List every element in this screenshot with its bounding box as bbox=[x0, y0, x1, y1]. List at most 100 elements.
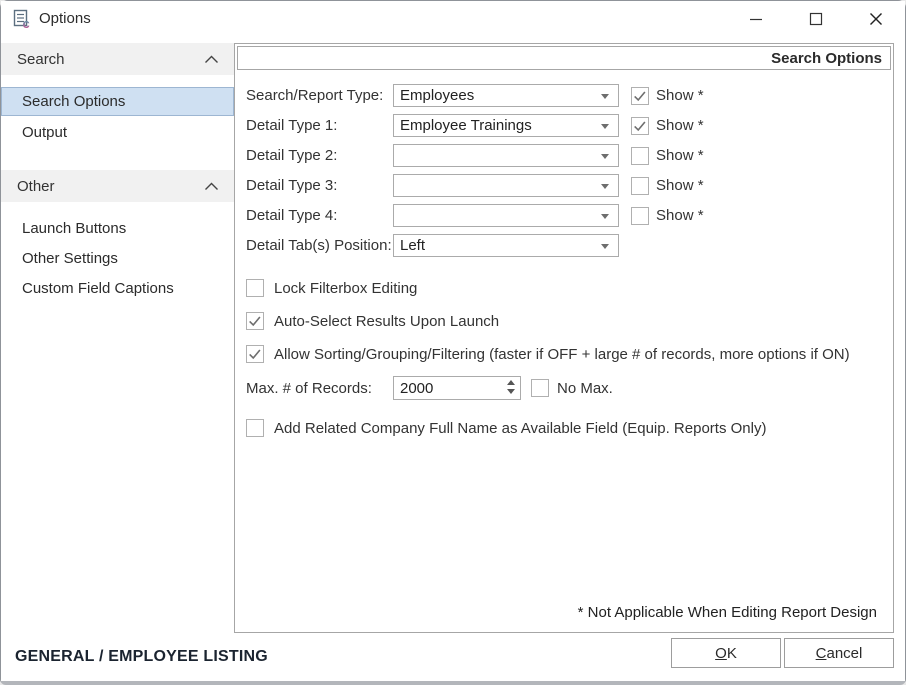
maximize-button[interactable] bbox=[792, 3, 839, 35]
minimize-button[interactable] bbox=[732, 3, 779, 35]
close-button[interactable] bbox=[852, 3, 899, 35]
no-max-checkbox[interactable] bbox=[531, 379, 549, 397]
sidebar-item-label: Launch Buttons bbox=[22, 220, 126, 237]
checkbox-label: Add Related Company Full Name as Availab… bbox=[274, 420, 766, 437]
field-label: Search/Report Type: bbox=[246, 87, 393, 104]
minimize-icon bbox=[749, 12, 763, 26]
sidebar-item-label: Custom Field Captions bbox=[22, 280, 174, 297]
panel-title: Search Options bbox=[771, 50, 882, 67]
app-icon: c bbox=[13, 9, 33, 29]
chevron-down-icon bbox=[601, 184, 609, 189]
svg-text:c: c bbox=[23, 16, 30, 29]
max-records-value: 2000 bbox=[394, 380, 433, 397]
show-checkbox[interactable] bbox=[631, 207, 649, 225]
sidebar-item-launch-buttons[interactable]: Launch Buttons bbox=[1, 214, 234, 243]
form: Search/Report Type: Employees Show * Det… bbox=[246, 84, 883, 264]
chevron-down-icon bbox=[601, 124, 609, 129]
detail-type-2-select[interactable] bbox=[393, 144, 619, 167]
stepper-arrows[interactable] bbox=[507, 380, 515, 394]
lock-filterbox-row: Lock Filterbox Editing bbox=[246, 279, 850, 297]
form-row: Detail Tab(s) Position: Left bbox=[246, 234, 883, 257]
field-label: Detail Type 4: bbox=[246, 207, 393, 224]
sidebar-item-output[interactable]: Output bbox=[1, 118, 234, 147]
show-label: Show * bbox=[656, 207, 704, 224]
sidebar: Search Search Options Output Other Launc… bbox=[1, 41, 234, 636]
panel-header: Search Options bbox=[237, 46, 891, 70]
chevron-down-icon bbox=[601, 244, 609, 249]
context-label: GENERAL / EMPLOYEE LISTING bbox=[15, 648, 268, 666]
auto-select-row: Auto-Select Results Upon Launch bbox=[246, 312, 850, 330]
field-label: Detail Type 2: bbox=[246, 147, 393, 164]
form-row: Search/Report Type: Employees Show * bbox=[246, 84, 883, 107]
form-row: Detail Type 4: Show * bbox=[246, 204, 883, 227]
chevron-down-icon bbox=[601, 214, 609, 219]
related-company-row: Add Related Company Full Name as Availab… bbox=[246, 419, 766, 437]
sidebar-item-label: Search Options bbox=[22, 93, 125, 110]
search-options-panel: Search Options Search/Report Type: Emplo… bbox=[234, 43, 894, 633]
show-checkbox[interactable] bbox=[631, 117, 649, 135]
field-label: Detail Type 3: bbox=[246, 177, 393, 194]
related-company-checkbox[interactable] bbox=[246, 419, 264, 437]
show-label: Show * bbox=[656, 177, 704, 194]
titlebar: c Options bbox=[1, 1, 905, 41]
ok-button[interactable]: OK bbox=[671, 638, 781, 668]
sidebar-section-other[interactable]: Other bbox=[1, 170, 234, 202]
allow-sorting-checkbox[interactable] bbox=[246, 345, 264, 363]
check-icon bbox=[632, 88, 648, 104]
chevron-up-icon bbox=[204, 178, 219, 195]
cancel-button[interactable]: Cancel bbox=[784, 638, 894, 668]
show-checkbox[interactable] bbox=[631, 147, 649, 165]
sidebar-item-other-settings[interactable]: Other Settings bbox=[1, 244, 234, 273]
show-label: Show * bbox=[656, 87, 704, 104]
sidebar-item-label: Other Settings bbox=[22, 250, 118, 267]
checkbox-label: Lock Filterbox Editing bbox=[274, 280, 417, 297]
show-checkbox[interactable] bbox=[631, 87, 649, 105]
sidebar-item-search-options[interactable]: Search Options bbox=[1, 87, 234, 116]
arrow-up-icon[interactable] bbox=[507, 380, 515, 385]
max-records-row: Max. # of Records: 2000 No Max. bbox=[246, 376, 613, 400]
checkbox-label: Allow Sorting/Grouping/Filtering (faster… bbox=[274, 346, 850, 363]
allow-sorting-row: Allow Sorting/Grouping/Filtering (faster… bbox=[246, 345, 850, 363]
chevron-up-icon bbox=[204, 51, 219, 68]
sidebar-item-label: Output bbox=[22, 124, 67, 141]
combo-value: Employees bbox=[394, 87, 474, 104]
chevron-down-icon bbox=[601, 154, 609, 159]
field-label: Detail Tab(s) Position: bbox=[246, 237, 393, 254]
option-checkboxes: Lock Filterbox Editing Auto-Select Resul… bbox=[246, 279, 850, 378]
combo-value: Left bbox=[394, 237, 425, 254]
section-label: Search bbox=[17, 51, 65, 68]
auto-select-checkbox[interactable] bbox=[246, 312, 264, 330]
form-row: Detail Type 1: Employee Trainings Show * bbox=[246, 114, 883, 137]
show-label: Show * bbox=[656, 147, 704, 164]
maximize-icon bbox=[809, 12, 823, 26]
sidebar-item-custom-field-captions[interactable]: Custom Field Captions bbox=[1, 274, 234, 303]
check-icon bbox=[247, 313, 263, 329]
search-report-type-select[interactable]: Employees bbox=[393, 84, 619, 107]
check-icon bbox=[247, 346, 263, 362]
sidebar-section-search[interactable]: Search bbox=[1, 43, 234, 75]
detail-type-3-select[interactable] bbox=[393, 174, 619, 197]
window-title: Options bbox=[39, 10, 91, 27]
window-controls bbox=[732, 3, 899, 35]
form-row: Detail Type 2: Show * bbox=[246, 144, 883, 167]
form-row: Detail Type 3: Show * bbox=[246, 174, 883, 197]
max-records-label: Max. # of Records: bbox=[246, 380, 393, 397]
show-checkbox[interactable] bbox=[631, 177, 649, 195]
no-max-label: No Max. bbox=[557, 380, 613, 397]
checkbox-label: Auto-Select Results Upon Launch bbox=[274, 313, 499, 330]
footnote: * Not Applicable When Editing Report Des… bbox=[578, 604, 877, 621]
show-label: Show * bbox=[656, 117, 704, 134]
section-label: Other bbox=[17, 178, 55, 195]
detail-type-1-select[interactable]: Employee Trainings bbox=[393, 114, 619, 137]
chevron-down-icon bbox=[601, 94, 609, 99]
close-icon bbox=[869, 12, 883, 26]
check-icon bbox=[632, 118, 648, 134]
arrow-down-icon[interactable] bbox=[507, 389, 515, 394]
combo-value: Employee Trainings bbox=[394, 117, 532, 134]
max-records-stepper[interactable]: 2000 bbox=[393, 376, 521, 400]
field-label: Detail Type 1: bbox=[246, 117, 393, 134]
options-dialog: c Options Search Search Options bbox=[0, 0, 906, 685]
detail-tabs-position-select[interactable]: Left bbox=[393, 234, 619, 257]
lock-filterbox-checkbox[interactable] bbox=[246, 279, 264, 297]
detail-type-4-select[interactable] bbox=[393, 204, 619, 227]
